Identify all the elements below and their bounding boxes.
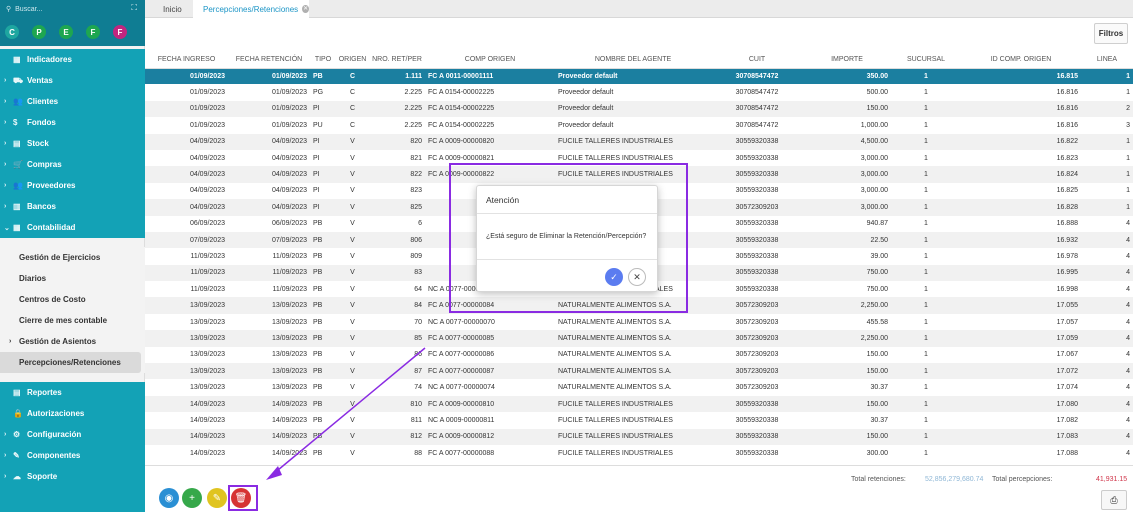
app: ⚲ Buscar... ⛶ CPEFF ▦ Indicadores › ⛟ Ventas…: [0, 0, 1133, 512]
annotation-arrow: [266, 347, 426, 480]
